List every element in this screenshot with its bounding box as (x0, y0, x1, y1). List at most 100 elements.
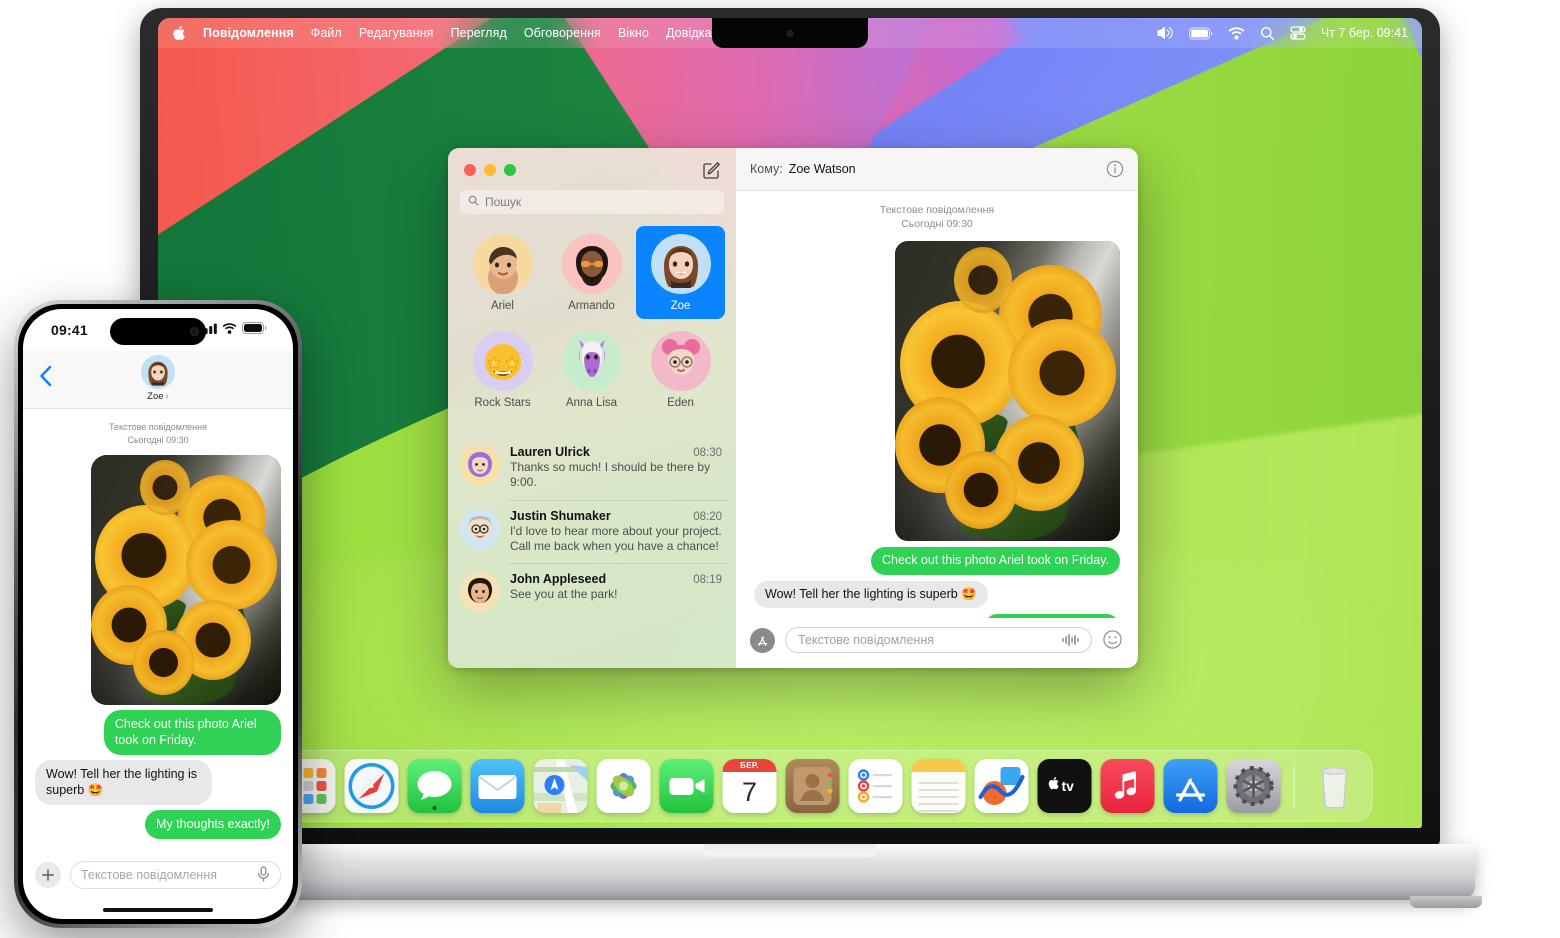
conversation-name: Justin Shumaker (510, 508, 611, 523)
message-row: Wow! Tell her the lighting is superb 🤩 (35, 760, 281, 806)
front-camera-icon (190, 327, 199, 336)
dynamic-island (110, 318, 206, 345)
mail-icon[interactable] (470, 759, 525, 813)
iphone-screen: 09:41 Zoe › Текстове повідомлення Сьогод… (23, 309, 293, 919)
volume-icon[interactable] (1157, 26, 1174, 40)
message-bubble-incoming[interactable]: Wow! Tell her the lighting is superb 🤩 (754, 580, 988, 608)
message-bubble-outgoing[interactable]: My thoughts exactly! (145, 810, 281, 840)
conversation-list: Lauren Ulrick 08:30 Thanks so much! I sh… (448, 436, 736, 668)
microphone-icon[interactable] (257, 865, 270, 885)
pinned-contacts: Ariel Armando Zoe Rock Stars Anna Lisa E… (458, 226, 726, 416)
sunflower-photo[interactable] (895, 241, 1120, 542)
conversation-name: John Appleseed (510, 572, 607, 587)
close-button[interactable] (464, 164, 476, 176)
avatar (460, 445, 500, 485)
macbook-notch (712, 18, 868, 48)
pinned-contact-armando[interactable]: Armando (547, 226, 636, 319)
message-bubble-outgoing[interactable]: Check out this photo Ariel took on Frida… (871, 547, 1120, 575)
photos-icon[interactable] (596, 759, 651, 813)
macbook-screen: Повідомлення Файл Редагування Перегляд О… (158, 18, 1422, 828)
message-bubble-incoming[interactable]: Wow! Tell her the lighting is superb 🤩 (35, 760, 213, 806)
pinned-contact-label: Rock Stars (474, 397, 531, 409)
control-center-icon[interactable] (1290, 26, 1306, 40)
trash-icon[interactable] (1308, 759, 1362, 813)
dock: БЕР. 7 tv (207, 750, 1373, 822)
message-input[interactable]: Текстове повідомлення (70, 861, 281, 889)
pinned-contact-ariel[interactable]: Ariel (458, 226, 547, 319)
safari-icon[interactable] (344, 759, 399, 813)
camera-icon (786, 30, 794, 37)
freeform-icon[interactable] (974, 759, 1029, 813)
search-icon[interactable] (1260, 26, 1275, 41)
messages-icon[interactable] (407, 759, 462, 813)
facetime-icon[interactable] (659, 759, 714, 813)
message-bubble-outgoing[interactable]: Check out this photo Ariel took on Frida… (103, 710, 281, 756)
zoom-button[interactable] (504, 164, 516, 176)
conversation-contact[interactable]: Zoe › (141, 355, 175, 402)
contact-name-row: Zoe › (147, 391, 169, 402)
conversation-time: 08:19 (693, 574, 722, 587)
pinned-contact-eden[interactable]: Eden (636, 323, 725, 416)
system-settings-icon[interactable] (1226, 759, 1281, 813)
search-input[interactable]: Пошук (460, 190, 724, 214)
iphone-nav-bar: Zoe › (23, 351, 293, 409)
pinned-contact-anna-lisa[interactable]: Anna Lisa (547, 323, 636, 416)
macbook-base-notch (704, 844, 876, 861)
avatar (472, 331, 533, 391)
pinned-contact-rock-stars[interactable]: Rock Stars (458, 323, 547, 416)
plus-icon[interactable] (35, 862, 61, 888)
contacts-icon[interactable] (785, 759, 840, 813)
home-indicator[interactable] (23, 901, 293, 919)
sunflower-photo[interactable] (91, 455, 281, 706)
conversation-row[interactable]: John Appleseed 08:19 See you at the park… (448, 563, 736, 621)
calendar-icon[interactable]: БЕР. 7 (722, 759, 777, 813)
avatar (460, 572, 500, 613)
pinned-contact-zoe[interactable]: Zoe (636, 226, 725, 319)
maps-icon[interactable] (533, 759, 588, 813)
calendar-month: БЕР. (722, 759, 777, 772)
app-store-icon[interactable] (750, 627, 775, 653)
status-time: 09:41 (51, 322, 88, 338)
message-input-placeholder: Текстове повідомлення (81, 868, 218, 882)
menu-item-file[interactable]: Файл (311, 26, 342, 40)
appstore-icon[interactable] (1163, 759, 1218, 813)
iphone-frame: 09:41 Zoe › Текстове повідомлення Сьогод… (14, 300, 302, 928)
minimize-button[interactable] (484, 164, 496, 176)
recipient-name[interactable]: Zoe Watson (789, 162, 856, 176)
message-bubble-outgoing[interactable]: My thoughts exactly! (984, 613, 1120, 618)
pinned-contact-label: Ariel (490, 300, 514, 312)
menu-item-window[interactable]: Вікно (618, 26, 649, 40)
audio-waveform-icon[interactable] (1061, 634, 1079, 646)
compose-icon[interactable] (702, 160, 722, 180)
conversation-preview: See you at the park! (510, 587, 618, 602)
info-icon[interactable] (1106, 160, 1124, 178)
reminders-icon[interactable] (848, 759, 903, 813)
menu-item-edit[interactable]: Редагування (359, 26, 434, 40)
emoji-smiley-icon[interactable] (1102, 629, 1124, 651)
back-chevron-icon[interactable] (39, 365, 52, 392)
notes-icon[interactable] (911, 759, 966, 813)
battery-icon[interactable] (1188, 26, 1213, 40)
message-thread: Текстове повідомлення Сьогодні 09:30 Che… (736, 191, 1138, 618)
menu-item-view[interactable]: Перегляд (451, 26, 507, 40)
conversation-row[interactable]: Lauren Ulrick 08:30 Thanks so much! I sh… (448, 436, 736, 500)
wifi-icon[interactable] (1228, 26, 1245, 40)
iphone-status-bar: 09:41 (23, 309, 293, 351)
macbook-foot (1410, 896, 1482, 908)
search-placeholder: Пошук (485, 195, 522, 209)
messages-sidebar: Пошук Ariel Armando Zoe Rock Stars Anna … (448, 148, 736, 668)
menu-bar-clock[interactable]: Чт 7 бер. 09:41 (1321, 26, 1408, 40)
conversation-header: Кому: Zoe Watson (736, 148, 1138, 191)
music-icon[interactable] (1100, 759, 1155, 813)
apple-logo-icon[interactable] (172, 25, 186, 41)
menu-item-messages[interactable]: Повідомлення (203, 26, 294, 40)
conversation-preview: I'd love to hear more about your project… (510, 523, 722, 554)
menu-item-help[interactable]: Довідка (666, 26, 712, 40)
message-input[interactable]: Текстове повідомлення (785, 627, 1092, 653)
battery-icon (242, 321, 267, 339)
iphone-message-thread: Текстове повідомлення Сьогодні 09:30 Che… (23, 409, 293, 853)
menu-item-conversation[interactable]: Обговорення (524, 26, 601, 40)
appletv-icon[interactable]: tv (1037, 759, 1092, 813)
conversation-row[interactable]: Justin Shumaker 08:20 I'd love to hear m… (448, 499, 736, 564)
timestamp-line-2: Сьогодні 09:30 (127, 434, 189, 445)
